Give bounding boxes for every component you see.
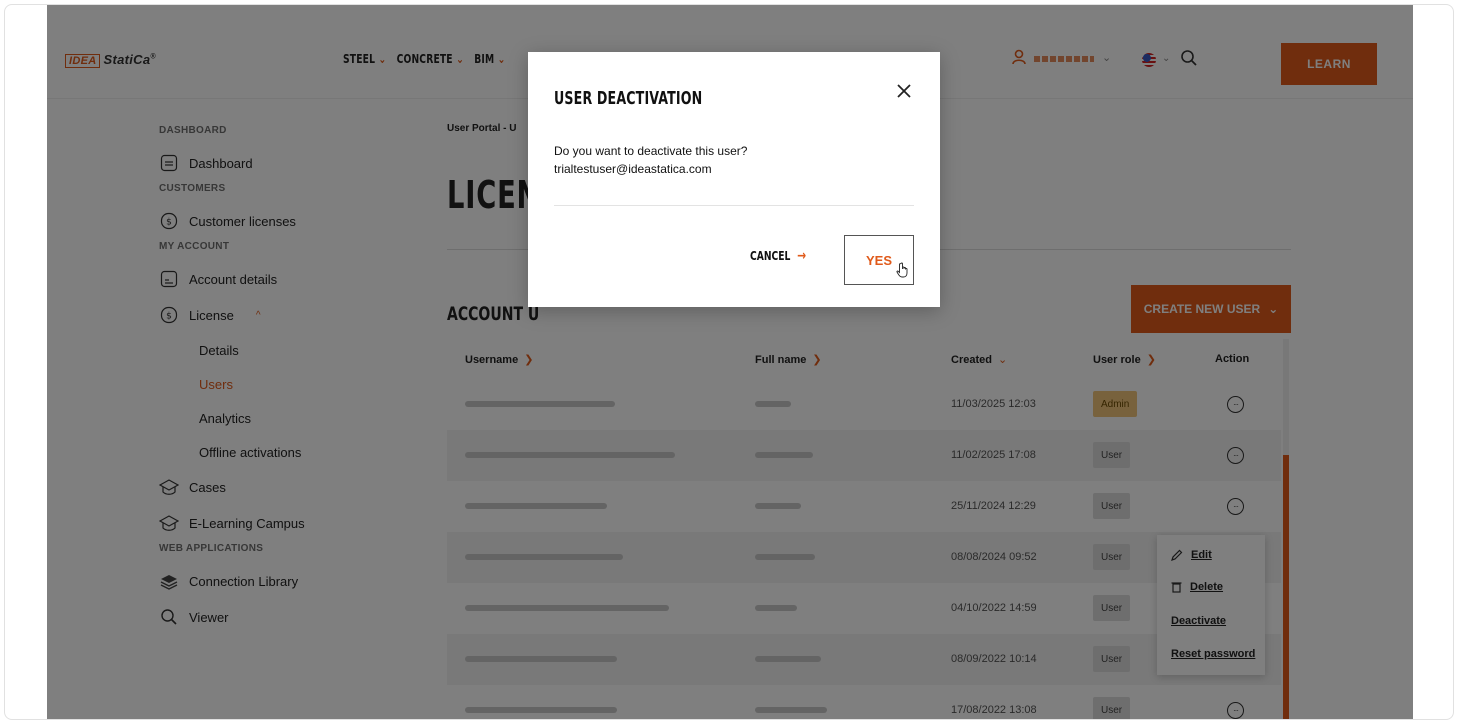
dialog-user-email: trialtestuser@ideastatica.com	[554, 162, 712, 176]
arrow-right-icon: →	[797, 248, 807, 264]
yes-label: YES	[865, 252, 892, 268]
cancel-button[interactable]: CANCEL →	[750, 248, 806, 264]
browser-frame: IDEAStatiCa® STEEL⌄ CONCRETE⌄ BIM⌄ ⌄ ⌄ L…	[4, 4, 1454, 720]
cancel-label: CANCEL	[750, 249, 791, 263]
user-deactivation-dialog: USER DEACTIVATION Do you want to deactiv…	[528, 52, 940, 307]
close-icon[interactable]	[895, 82, 913, 100]
page: IDEAStatiCa® STEEL⌄ CONCRETE⌄ BIM⌄ ⌄ ⌄ L…	[47, 5, 1413, 719]
dialog-title: USER DEACTIVATION	[554, 88, 703, 109]
dialog-question: Do you want to deactivate this user?	[554, 144, 748, 158]
dialog-divider	[554, 205, 914, 206]
hand-cursor-icon	[896, 262, 908, 278]
